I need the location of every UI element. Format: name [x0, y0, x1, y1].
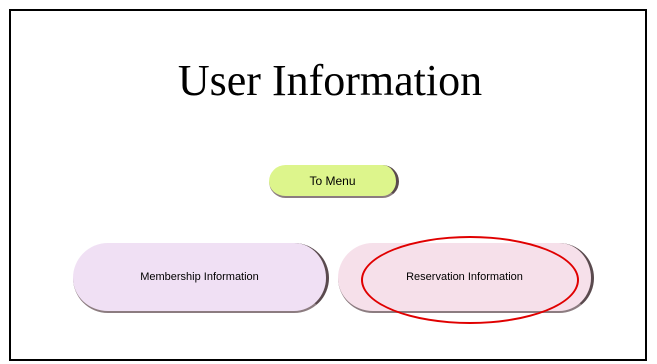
page-frame: User Information To Menu Membership Info…: [9, 9, 647, 361]
reservation-information-button[interactable]: Reservation Information: [338, 243, 594, 313]
to-menu-label: To Menu: [309, 173, 356, 188]
page-title: User Information: [177, 56, 483, 105]
to-menu-button[interactable]: To Menu: [269, 165, 399, 198]
reservation-information-label: Reservation Information: [406, 271, 523, 283]
membership-information-label: Membership Information: [140, 271, 259, 283]
membership-information-button[interactable]: Membership Information: [73, 243, 329, 313]
